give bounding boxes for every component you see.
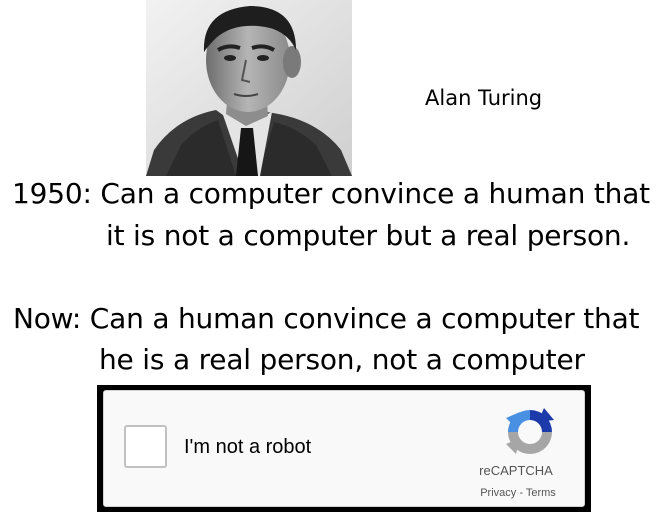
photo-caption: Alan Turing — [425, 86, 543, 110]
portrait-illustration — [146, 0, 352, 176]
terms-link[interactable]: Terms — [526, 487, 556, 499]
text-line-now: Now: Can a human convince a computer tha… — [13, 302, 640, 335]
recaptcha-logo-icon — [502, 404, 558, 460]
recaptcha-links: Privacy - Terms — [468, 486, 568, 500]
recaptcha-widget: I'm not a robot reCAPTCHA Privacy - Term… — [103, 390, 585, 507]
text-line-now-cont: he is a real person, not a computer — [99, 343, 585, 376]
text-line-1950-cont: it is not a computer but a real person. — [106, 219, 631, 252]
privacy-link[interactable]: Privacy — [480, 487, 516, 499]
not-a-robot-label: I'm not a robot — [184, 436, 312, 458]
recaptcha-brand: reCAPTCHA — [479, 463, 553, 478]
meme: Alan Turing 1950: Can a computer convinc… — [0, 0, 664, 522]
not-a-robot-checkbox[interactable] — [124, 425, 167, 468]
text-line-1950: 1950: Can a computer convince a human th… — [12, 177, 650, 210]
links-separator: - — [516, 487, 526, 499]
portrait-photo — [146, 0, 352, 176]
